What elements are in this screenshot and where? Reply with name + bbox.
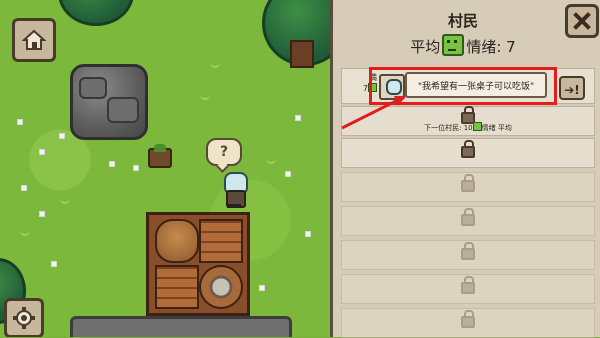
sapling-box[interactable]	[148, 144, 172, 168]
wish-highlight	[369, 67, 557, 105]
flower	[260, 286, 264, 290]
flower	[306, 232, 310, 236]
barrel-icon	[155, 219, 199, 263]
close-icon	[573, 12, 591, 30]
next-suffix: 情绪 平均	[481, 124, 512, 132]
flower	[296, 116, 300, 120]
close-button[interactable]	[565, 4, 599, 38]
tree-trunk	[290, 40, 314, 68]
mood-face-icon	[472, 122, 482, 131]
evict-icon: ➔!	[564, 83, 580, 97]
settings-button[interactable]	[4, 298, 44, 337]
grass-tuft	[210, 60, 220, 68]
lock-icon	[461, 310, 475, 328]
rock[interactable]	[70, 64, 148, 140]
game-world[interactable]: ?	[0, 0, 330, 337]
speech-bubble: ?	[206, 138, 242, 166]
mood-prefix: 平均	[410, 38, 441, 56]
flower	[40, 212, 44, 216]
grass-tuft	[266, 156, 276, 164]
lock-icon	[461, 208, 475, 226]
next-villager-label: 下一位村民: 10 情绪 平均	[341, 122, 595, 133]
lock-icon	[461, 140, 475, 158]
next-prefix: 下一位村民: 10	[424, 124, 473, 132]
villager-sprite[interactable]	[222, 172, 248, 208]
flower	[40, 150, 44, 154]
stone-path	[70, 316, 292, 337]
grass-tuft	[20, 228, 30, 236]
flower	[18, 120, 22, 124]
evict-button[interactable]: ➔!	[559, 76, 585, 100]
average-mood: 平均 情绪: 7	[333, 34, 593, 57]
panel-title: 村民	[447, 12, 478, 30]
flower	[134, 166, 138, 170]
lock-icon	[461, 174, 475, 192]
villagers-panel: 村民 平均 情绪: 7 満 7 "我希望有一张桌子可以吃饭" ➔! 下一位村民: …	[330, 0, 600, 338]
storage-furniture[interactable]	[146, 212, 250, 316]
mood-label: 情绪: 7	[466, 38, 516, 56]
lock-icon	[461, 242, 475, 260]
flower	[110, 162, 114, 166]
crate-icon	[199, 219, 243, 263]
tree	[58, 0, 134, 26]
home-button[interactable]	[12, 18, 56, 62]
flower	[286, 172, 290, 176]
grass-tuft	[60, 196, 70, 204]
gear-icon	[13, 307, 35, 329]
villager-feet	[227, 204, 241, 208]
flower	[22, 186, 26, 190]
flower	[60, 134, 64, 138]
lock-icon	[461, 276, 475, 294]
happy-face-icon	[442, 34, 465, 56]
crate-icon	[155, 265, 199, 309]
grass-tuft	[200, 92, 210, 100]
pot-icon	[199, 265, 243, 309]
home-icon	[22, 29, 46, 50]
flower	[52, 262, 56, 266]
